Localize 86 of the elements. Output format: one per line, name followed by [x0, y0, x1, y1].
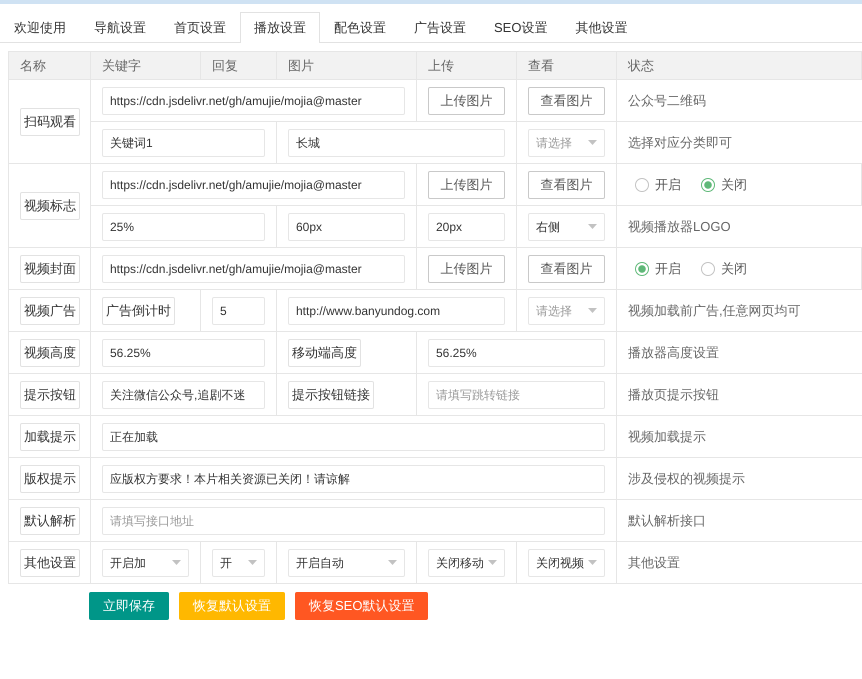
radio-label: 开启 [655, 176, 681, 194]
caret-icon [488, 560, 497, 565]
status-text: 播放页提示按钮 [628, 386, 719, 404]
caret-icon [588, 560, 597, 565]
field-label: 广告倒计时 [102, 296, 175, 324]
input-field[interactable]: https://cdn.jsdelivr.net/gh/amujie/mojia@master [102, 86, 405, 114]
status-text: 播放器高度设置 [628, 344, 719, 362]
image-button[interactable]: 查看图片 [528, 170, 605, 198]
status-text: 视频播放器LOGO [628, 218, 731, 236]
status-text: 涉及侵权的视频提示 [628, 470, 745, 488]
caret-icon [588, 308, 597, 313]
image-button[interactable]: 上传图片 [428, 86, 505, 114]
input-field[interactable]: http://www.banyundog.com [288, 296, 505, 324]
field-label: 提示按钮链接 [288, 380, 374, 408]
row-label: 视频高度 [20, 338, 80, 366]
radio-icon[interactable] [701, 178, 715, 192]
input-field[interactable]: https://cdn.jsdelivr.net/gh/amujie/mojia@master [102, 254, 405, 282]
row-label: 版权提示 [20, 464, 80, 492]
row-label: 视频封面 [20, 254, 80, 282]
image-button[interactable]: 查看图片 [528, 86, 605, 114]
column-header: 图片 [277, 52, 417, 80]
action-button[interactable]: 立即保存 [89, 592, 169, 620]
image-button[interactable]: 上传图片 [428, 170, 505, 198]
image-button[interactable]: 上传图片 [428, 254, 505, 282]
status-text: 选择对应分类即可 [628, 134, 732, 152]
status-text: 视频加载提示 [628, 428, 706, 446]
tab[interactable]: 导航设置 [80, 12, 160, 43]
input-field[interactable]: 60px [288, 212, 405, 240]
row-label: 加载提示 [20, 422, 80, 450]
radio-option[interactable]: 开启 [635, 176, 681, 194]
tab[interactable]: 配色设置 [320, 12, 400, 43]
column-header: 状态 [617, 52, 862, 80]
input-field[interactable]: 长城 [288, 128, 505, 156]
radio-label: 关闭 [721, 176, 747, 194]
row-label: 扫码观看 [20, 108, 80, 136]
column-header: 上传 [417, 52, 517, 80]
input-field[interactable]: 25% [102, 212, 265, 240]
status-text: 公众号二维码 [628, 92, 706, 110]
select-field[interactable]: 右侧 [528, 212, 605, 240]
input-field[interactable]: 20px [428, 212, 505, 240]
row-label: 视频标志 [20, 192, 80, 220]
caret-icon [388, 560, 397, 565]
row-label: 提示按钮 [20, 380, 80, 408]
row-label: 默认解析 [20, 506, 80, 534]
input-field[interactable]: 正在加载 [102, 422, 605, 450]
radio-label: 开启 [655, 260, 681, 278]
tab[interactable]: 其他设置 [561, 12, 642, 43]
caret-icon [588, 224, 597, 229]
row-label: 视频广告 [20, 296, 80, 324]
status-text: 其他设置 [628, 554, 680, 572]
input-field[interactable]: 56.25% [428, 338, 605, 366]
status-text: 默认解析接口 [628, 512, 706, 530]
column-header: 查看 [517, 52, 617, 80]
select-field[interactable]: 开启加 [102, 548, 189, 576]
select-field[interactable]: 开启自动 [288, 548, 405, 576]
caret-icon [172, 560, 181, 565]
tab[interactable]: 播放设置 [240, 12, 320, 43]
input-field[interactable]: 5 [212, 296, 265, 324]
input-field[interactable]: https://cdn.jsdelivr.net/gh/amujie/mojia@master [102, 170, 405, 198]
caret-icon [588, 140, 597, 145]
input-field[interactable]: 应版权方要求！本片相关资源已关闭！请谅解 [102, 464, 605, 492]
tab[interactable]: 广告设置 [400, 12, 480, 43]
tab[interactable]: 欢迎使用 [0, 12, 80, 43]
radio-option[interactable]: 关闭 [701, 260, 747, 278]
select-field[interactable]: 关闭移动 [428, 548, 505, 576]
status-text: 视频加载前广告,任意网页均可 [628, 302, 801, 320]
select-field[interactable]: 开 [212, 548, 265, 576]
radio-icon[interactable] [635, 178, 649, 192]
tab[interactable]: 首页设置 [160, 12, 240, 43]
field-label: 移动端高度 [288, 338, 361, 366]
input-field[interactable]: 关注微信公众号,追剧不迷 [102, 380, 265, 408]
radio-icon[interactable] [635, 262, 649, 276]
row-label: 其他设置 [20, 548, 80, 576]
radio-icon[interactable] [701, 262, 715, 276]
radio-label: 关闭 [721, 260, 747, 278]
tab[interactable]: SEO设置 [480, 12, 562, 43]
caret-icon [248, 560, 257, 565]
column-header: 回复 [201, 52, 277, 80]
column-header: 名称 [9, 52, 91, 80]
radio-option[interactable]: 关闭 [701, 176, 747, 194]
input-field[interactable]: 关键词1 [102, 128, 265, 156]
input-field[interactable]: 56.25% [102, 338, 265, 366]
radio-option[interactable]: 开启 [635, 260, 681, 278]
column-header: 关键字 [91, 52, 201, 80]
select-field[interactable]: 关闭视频 [528, 548, 605, 576]
image-button[interactable]: 查看图片 [528, 254, 605, 282]
